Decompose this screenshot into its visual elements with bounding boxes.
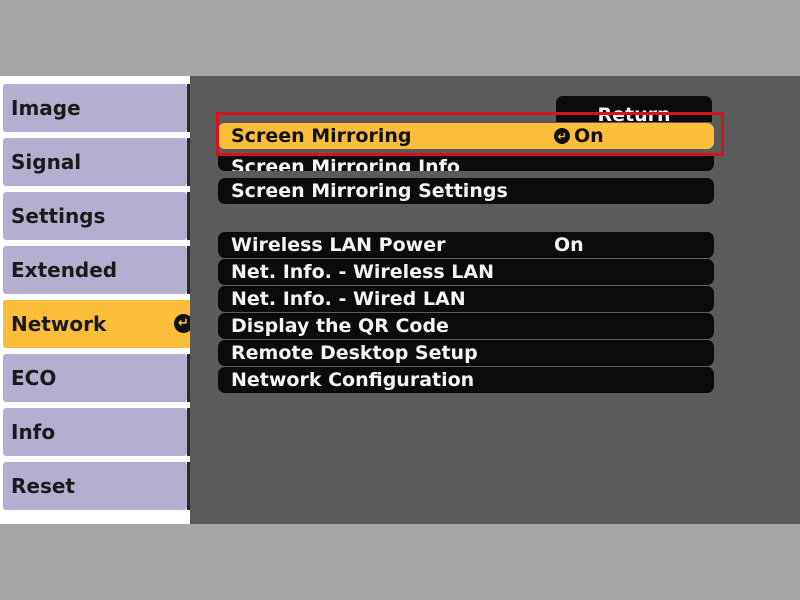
sidebar-item-reset[interactable]: Reset	[3, 462, 187, 510]
menu-row-remote-desktop-setup[interactable]: Remote Desktop Setup	[218, 340, 714, 366]
menu-row-display-qr-code[interactable]: Display the QR Code	[218, 313, 714, 339]
row-label: Remote Desktop Setup	[231, 342, 478, 364]
sidebar-item-settings[interactable]: Settings	[3, 192, 187, 240]
sidebar-item-label: Settings	[11, 204, 106, 228]
highlight-annotation	[216, 112, 724, 156]
row-label: Net. Info. - Wired LAN	[231, 288, 466, 310]
sidebar-item-network[interactable]: Network ↵	[3, 300, 205, 348]
row-label: Wireless LAN Power	[231, 234, 446, 256]
menu-row-network-configuration[interactable]: Network Configuration	[218, 367, 714, 393]
menu-row-net-info-wireless[interactable]: Net. Info. - Wireless LAN	[218, 259, 714, 285]
row-label: Screen Mirroring Info	[231, 156, 460, 171]
sidebar-item-label: Reset	[11, 474, 75, 498]
sidebar-item-label: Info	[11, 420, 56, 444]
sidebar: Image Signal Settings Extended Network ↵…	[0, 76, 208, 524]
sidebar-item-signal[interactable]: Signal	[3, 138, 187, 186]
sidebar-item-label: Extended	[11, 258, 118, 282]
row-label: Display the QR Code	[231, 315, 449, 337]
sidebar-item-eco[interactable]: ECO	[3, 354, 187, 402]
row-label: Network Configuration	[231, 369, 475, 391]
sidebar-item-label: ECO	[11, 366, 57, 390]
row-label: Screen Mirroring Settings	[231, 180, 508, 202]
sidebar-item-extended[interactable]: Extended	[3, 246, 187, 294]
menu-row-wireless-lan-power[interactable]: Wireless LAN Power On	[218, 232, 714, 258]
row-value: On	[554, 234, 584, 256]
menu-row-net-info-wired[interactable]: Net. Info. - Wired LAN	[218, 286, 714, 312]
menu-row-screen-mirroring-settings[interactable]: Screen Mirroring Settings	[218, 178, 714, 204]
row-label: Net. Info. - Wireless LAN	[231, 261, 495, 283]
menu-row-screen-mirroring-info[interactable]: Screen Mirroring Info	[218, 155, 714, 171]
sidebar-item-image[interactable]: Image	[3, 84, 187, 132]
sidebar-item-info[interactable]: Info	[3, 408, 187, 456]
sidebar-item-label: Image	[11, 96, 81, 120]
sidebar-item-label: Signal	[11, 150, 82, 174]
sidebar-item-label: Network	[11, 312, 107, 336]
